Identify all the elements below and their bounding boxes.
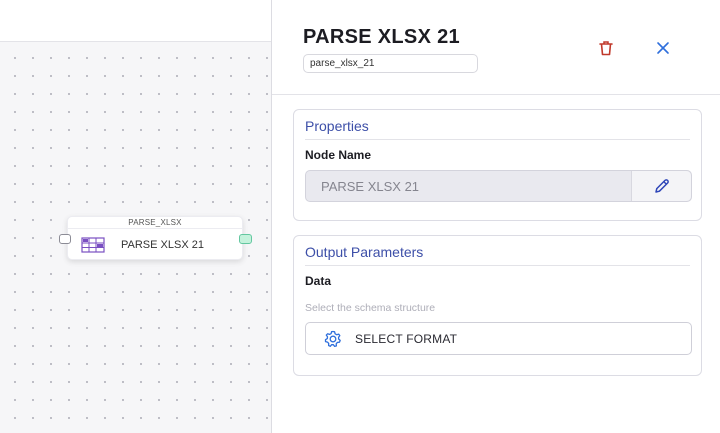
workflow-node[interactable]: PARSE_XLSX PARSE XLSX 21 [67,216,243,260]
node-name-value: PARSE XLSX 21 [321,178,420,194]
node-id-field[interactable]: parse_xlsx_21 [303,54,478,73]
pencil-icon [654,179,669,193]
trash-icon [599,41,613,56]
node-input-handle[interactable] [59,234,71,244]
divider [305,265,690,266]
select-format-button[interactable]: SELECT FORMAT [305,322,692,355]
section-title: Properties [305,118,369,134]
close-button[interactable] [652,37,674,59]
node-type-label: PARSE_XLSX [68,217,242,229]
select-format-label: SELECT FORMAT [355,331,458,346]
delete-button[interactable] [595,37,617,59]
gear-icon [324,330,341,347]
output-parameters-section: Output Parameters Data Select the schema… [293,235,702,376]
close-icon [657,42,669,54]
spreadsheet-icon [81,236,105,253]
divider [305,139,690,140]
node-name-label: Node Name [305,148,372,162]
edit-name-button[interactable] [631,171,691,201]
canvas-toolbar [0,0,271,42]
node-output-handle[interactable] [239,234,252,244]
node-label: PARSE XLSX 21 [121,238,204,251]
node-config-panel: PARSE XLSX 21 parse_xlsx_21 Properties N… [271,0,720,433]
properties-section: Properties Node Name PARSE XLSX 21 [293,109,702,221]
panel-header: PARSE XLSX 21 parse_xlsx_21 [272,0,720,95]
data-label: Data [305,274,332,288]
section-title: Output Parameters [305,244,424,260]
helper-text: Select the schema structure [305,302,436,314]
node-name-input[interactable]: PARSE XLSX 21 [305,170,692,202]
panel-title: PARSE XLSX 21 [303,26,460,48]
